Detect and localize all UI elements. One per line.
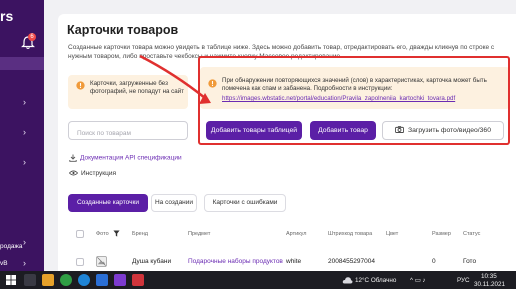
sidebar-item-active[interactable] [0, 57, 44, 70]
chevron-right-icon[interactable]: › [23, 127, 26, 137]
search-input[interactable] [69, 125, 187, 142]
app-icon[interactable] [114, 274, 126, 286]
row-barcode: 2008455297004 [328, 258, 375, 265]
annotation-highlight-box [198, 56, 510, 145]
cloud-icon [342, 277, 353, 284]
browser-icon[interactable] [78, 274, 90, 286]
notification-badge: 6 [28, 33, 36, 41]
clock-date[interactable]: 30.11.2021 [474, 281, 505, 288]
page-title: Карточки товаров [67, 23, 179, 37]
product-search[interactable] [68, 121, 188, 142]
photo-warning-notice: Карточки, загруженные без фотографий, не… [68, 75, 188, 109]
chrome-icon[interactable] [60, 274, 72, 286]
row-brand: Душа кубани [132, 258, 172, 265]
select-all-checkbox[interactable] [76, 230, 84, 238]
col-color: Цвет [386, 231, 399, 237]
row-subject[interactable]: Подарочные наборы продуктов [188, 258, 283, 265]
language-indicator[interactable]: РУС [457, 277, 470, 284]
sidebar: rs 6 › › › › › родажа vB [0, 0, 44, 271]
api-docs-link[interactable]: Документация API спецификации [69, 154, 182, 162]
tray-icons[interactable]: ^ ▭ ♪ [410, 277, 426, 284]
chevron-right-icon[interactable]: › [23, 97, 26, 107]
tab-errors[interactable]: Карточки с ошибками [204, 194, 286, 212]
weather-text[interactable]: 12°C Облачно [355, 277, 396, 284]
brand-logo: rs [0, 8, 14, 24]
tab-created[interactable]: Созданные карточки [68, 194, 148, 212]
eye-icon [69, 170, 78, 176]
windows-taskbar: 12°C Облачно ^ ▭ ♪ РУС 10:35 30.11.2021 [0, 271, 516, 289]
col-subject: Предмет [188, 231, 211, 237]
col-article: Артикул [286, 231, 307, 237]
chevron-right-icon[interactable]: › [23, 157, 26, 167]
task-view-icon[interactable] [24, 274, 36, 286]
file-explorer-icon[interactable] [42, 274, 54, 286]
photo-warning-text: Карточки, загруженные без фотографий, не… [90, 80, 185, 95]
col-brand: Бренд [132, 231, 148, 237]
col-barcode: Штрихкод товара [328, 231, 373, 237]
chevron-right-icon[interactable]: › [23, 237, 26, 247]
row-checkbox[interactable] [76, 258, 84, 266]
sidebar-item-sales[interactable]: родажа [0, 243, 22, 250]
download-icon [69, 154, 77, 162]
clock-time[interactable]: 10:35 [481, 273, 497, 280]
col-size: Размер [432, 231, 451, 237]
instruction-label: Инструкция [81, 170, 116, 177]
instruction-link[interactable]: Инструкция [69, 170, 116, 177]
row-status: Гото [463, 258, 477, 265]
api-docs-label: Документация API спецификации [80, 154, 182, 162]
no-photo-icon [96, 256, 107, 267]
app-icon[interactable] [132, 274, 144, 286]
col-photo: Фото [96, 231, 109, 237]
row-size: 0 [432, 258, 436, 265]
chevron-right-icon[interactable]: › [23, 258, 26, 268]
windows-start-icon[interactable] [6, 275, 16, 285]
warning-icon [76, 81, 85, 90]
filter-icon[interactable] [113, 230, 120, 237]
col-status: Статус [463, 231, 481, 237]
app-icon[interactable] [96, 274, 108, 286]
sidebar-item-label[interactable]: vB [0, 260, 8, 267]
tab-in-progress[interactable]: На создании [151, 194, 197, 212]
row-article: white [286, 258, 302, 265]
